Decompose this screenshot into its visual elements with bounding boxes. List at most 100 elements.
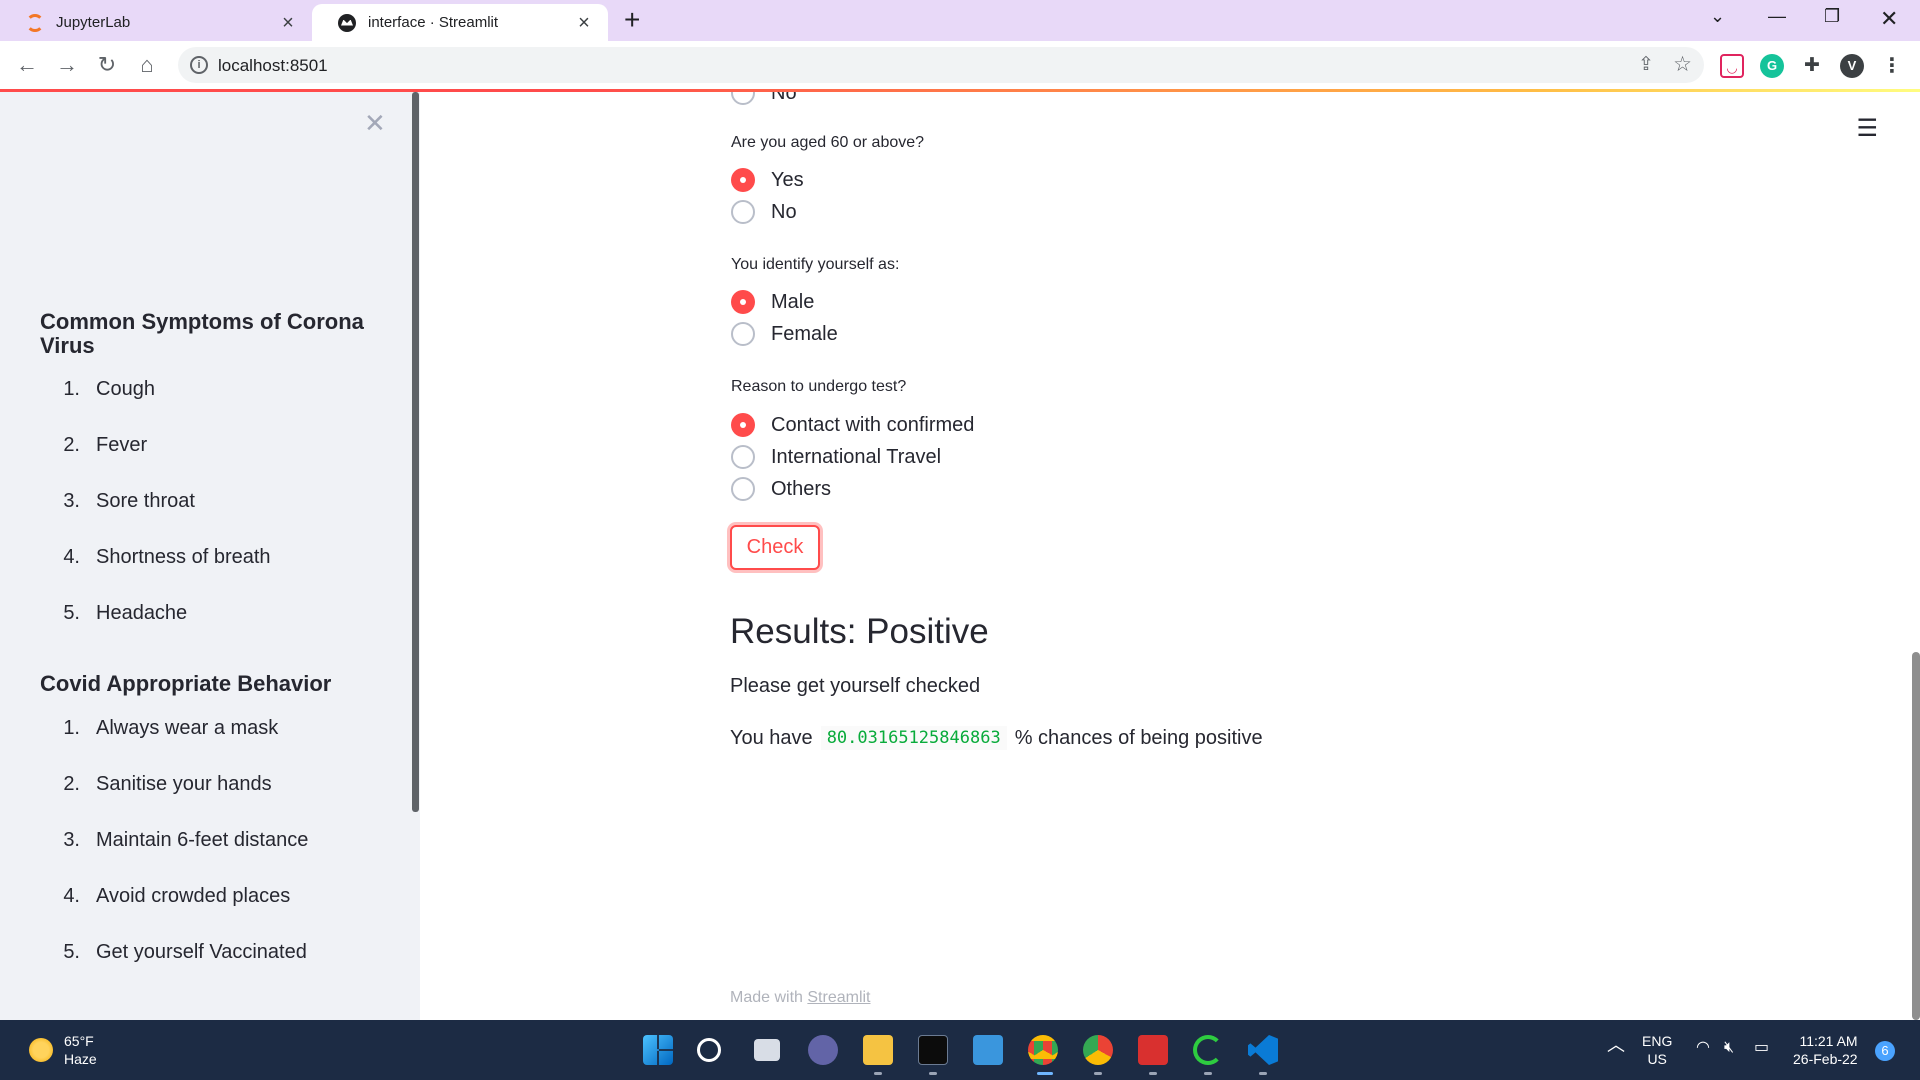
battery-icon[interactable]: ▭	[1754, 1039, 1769, 1057]
notification-badge[interactable]: 6	[1875, 1041, 1895, 1061]
reload-icon[interactable]: ↻	[92, 50, 122, 80]
chrome-profile-icon[interactable]	[1083, 1035, 1113, 1065]
weather-sun-icon[interactable]	[29, 1038, 53, 1062]
tab-search-icon[interactable]: ⌄	[1710, 6, 1725, 27]
active-indicator	[1037, 1072, 1053, 1075]
radio-label: No	[771, 200, 797, 223]
radio-circle-selected[interactable]	[731, 168, 755, 192]
list-number: 4.	[63, 885, 80, 907]
sidebar-scrollbar[interactable]	[412, 92, 419, 812]
list-item: 4. Avoid crowded places	[40, 885, 308, 941]
close-window-button[interactable]: ✕	[1880, 6, 1898, 32]
radio-age-no[interactable]: No	[731, 197, 797, 227]
radio-option-previous-no[interactable]: No	[731, 92, 797, 108]
list-number: 2.	[63, 434, 80, 456]
language-indicator[interactable]: ENG US	[1642, 1032, 1672, 1068]
radio-label: Contact with confirmed	[771, 413, 975, 436]
running-indicator	[1094, 1072, 1102, 1075]
forward-icon[interactable]: →	[52, 50, 82, 80]
list-number: 5.	[63, 602, 80, 624]
wps-office-icon[interactable]	[1138, 1035, 1168, 1065]
running-indicator	[1149, 1072, 1157, 1075]
share-icon[interactable]: ⇪	[1638, 53, 1654, 76]
wifi-icon[interactable]: ◠	[1696, 1039, 1710, 1057]
profile-avatar[interactable]: V	[1840, 54, 1864, 78]
weather-widget[interactable]: 65°F Haze	[64, 1032, 97, 1068]
running-indicator	[874, 1072, 882, 1075]
chance-suffix: % chances of being positive	[1014, 726, 1263, 749]
page-scrollbar[interactable]	[1912, 652, 1920, 1020]
radio-circle[interactable]	[731, 200, 755, 224]
speaker-muted-icon[interactable]: 🔇︎	[1724, 1039, 1734, 1057]
home-icon[interactable]: ⌂	[132, 50, 162, 80]
chance-prefix: You have	[730, 726, 813, 749]
list-number: 1.	[63, 378, 80, 400]
main-content: ☰ No Are you aged 60 or above? Yes No Yo…	[420, 92, 1920, 1020]
radio-reason-contact[interactable]: Contact with confirmed	[731, 410, 974, 440]
running-indicator	[1204, 1072, 1212, 1075]
jupyter-app-icon[interactable]	[1193, 1035, 1223, 1065]
pocket-extension-icon[interactable]: ◡	[1720, 54, 1744, 78]
hamburger-menu-icon[interactable]: ☰	[1856, 114, 1878, 143]
temperature: 65°F	[64, 1033, 94, 1049]
new-tab-button[interactable]: +	[624, 6, 640, 34]
back-icon[interactable]: ←	[12, 50, 42, 80]
task-view-icon[interactable]	[754, 1039, 780, 1061]
show-hidden-icons-chevron[interactable]: ︿	[1607, 1036, 1625, 1054]
chrome-icon[interactable]	[1028, 1035, 1058, 1065]
footer-made-with: Made with	[730, 989, 803, 1006]
radio-circle-selected[interactable]	[731, 413, 755, 437]
close-sidebar-icon[interactable]: ✕	[364, 108, 386, 139]
terminal-icon[interactable]	[918, 1035, 948, 1065]
sidebar: ✕ Common Symptoms of Corona Virus 1. Coug…	[0, 92, 420, 1020]
notepad-icon[interactable]	[973, 1035, 1003, 1065]
browser-menu-icon[interactable]: ⋮	[1880, 54, 1904, 78]
teams-chat-icon[interactable]	[808, 1035, 838, 1065]
file-explorer-icon[interactable]	[863, 1035, 893, 1065]
site-info-icon[interactable]: i	[190, 56, 208, 74]
list-text: Shortness of breath	[96, 546, 271, 568]
radio-circle[interactable]	[731, 477, 755, 501]
url-text[interactable]: localhost:8501	[218, 56, 328, 76]
radio-circle[interactable]	[731, 92, 755, 105]
extensions-icon[interactable]: ✚	[1800, 54, 1824, 78]
behavior-list: 1. Always wear a mask 2. Sanitise your han…	[40, 717, 308, 997]
radio-circle-selected[interactable]	[731, 290, 755, 314]
grammarly-extension-icon[interactable]: G	[1760, 54, 1784, 78]
results-chance-line: You have 80.03165125846863 % chances of …	[730, 726, 1263, 750]
radio-reason-travel[interactable]: International Travel	[731, 442, 941, 472]
tab-streamlit[interactable]: interface · Streamlit ×	[312, 4, 608, 41]
radio-gender-female[interactable]: Female	[731, 319, 838, 349]
windows-start-icon[interactable]	[643, 1035, 673, 1065]
radio-age-yes[interactable]: Yes	[731, 165, 804, 195]
language-code: ENG	[1642, 1033, 1673, 1049]
vscode-icon[interactable]	[1248, 1035, 1278, 1065]
results-message: Please get yourself checked	[730, 675, 981, 697]
streamlit-link[interactable]: Streamlit	[807, 989, 870, 1006]
list-text: Sanitise your hands	[96, 773, 272, 795]
tab-title: JupyterLab	[56, 14, 131, 31]
restore-button[interactable]: ❐	[1824, 6, 1840, 27]
radio-reason-others[interactable]: Others	[731, 474, 831, 504]
minimize-button[interactable]: —	[1768, 6, 1786, 27]
radio-circle[interactable]	[731, 322, 755, 346]
behavior-heading: Covid Appropriate Behavior	[40, 671, 332, 696]
tab-jupyterlab[interactable]: JupyterLab ×	[0, 4, 312, 41]
streamlit-icon	[338, 13, 356, 32]
radio-gender-male[interactable]: Male	[731, 287, 814, 317]
search-icon[interactable]	[697, 1038, 721, 1062]
address-bar[interactable]: i localhost:8501 ⇪ ☆	[178, 47, 1704, 83]
browser-tab-bar: JupyterLab × interface · Streamlit × + ⌄…	[0, 0, 1920, 41]
bookmark-star-icon[interactable]: ☆	[1673, 52, 1692, 77]
list-number: 5.	[63, 941, 80, 963]
close-tab-icon[interactable]: ×	[278, 13, 298, 33]
close-tab-icon[interactable]: ×	[574, 13, 594, 33]
clock[interactable]: 11:21 AM 26-Feb-22	[1793, 1032, 1858, 1068]
radio-circle[interactable]	[731, 445, 755, 469]
weather-condition: Haze	[64, 1051, 97, 1067]
windows-taskbar: 65°F Haze ︿ ENG US ◠ 🔇︎ ▭ 11:21 AM 26-Fe…	[0, 1020, 1920, 1080]
tab-title: interface · Streamlit	[368, 14, 499, 31]
age-question-label: Are you aged 60 or above?	[731, 134, 925, 151]
check-button[interactable]: Check	[730, 525, 820, 570]
clock-date: 26-Feb-22	[1793, 1051, 1858, 1067]
